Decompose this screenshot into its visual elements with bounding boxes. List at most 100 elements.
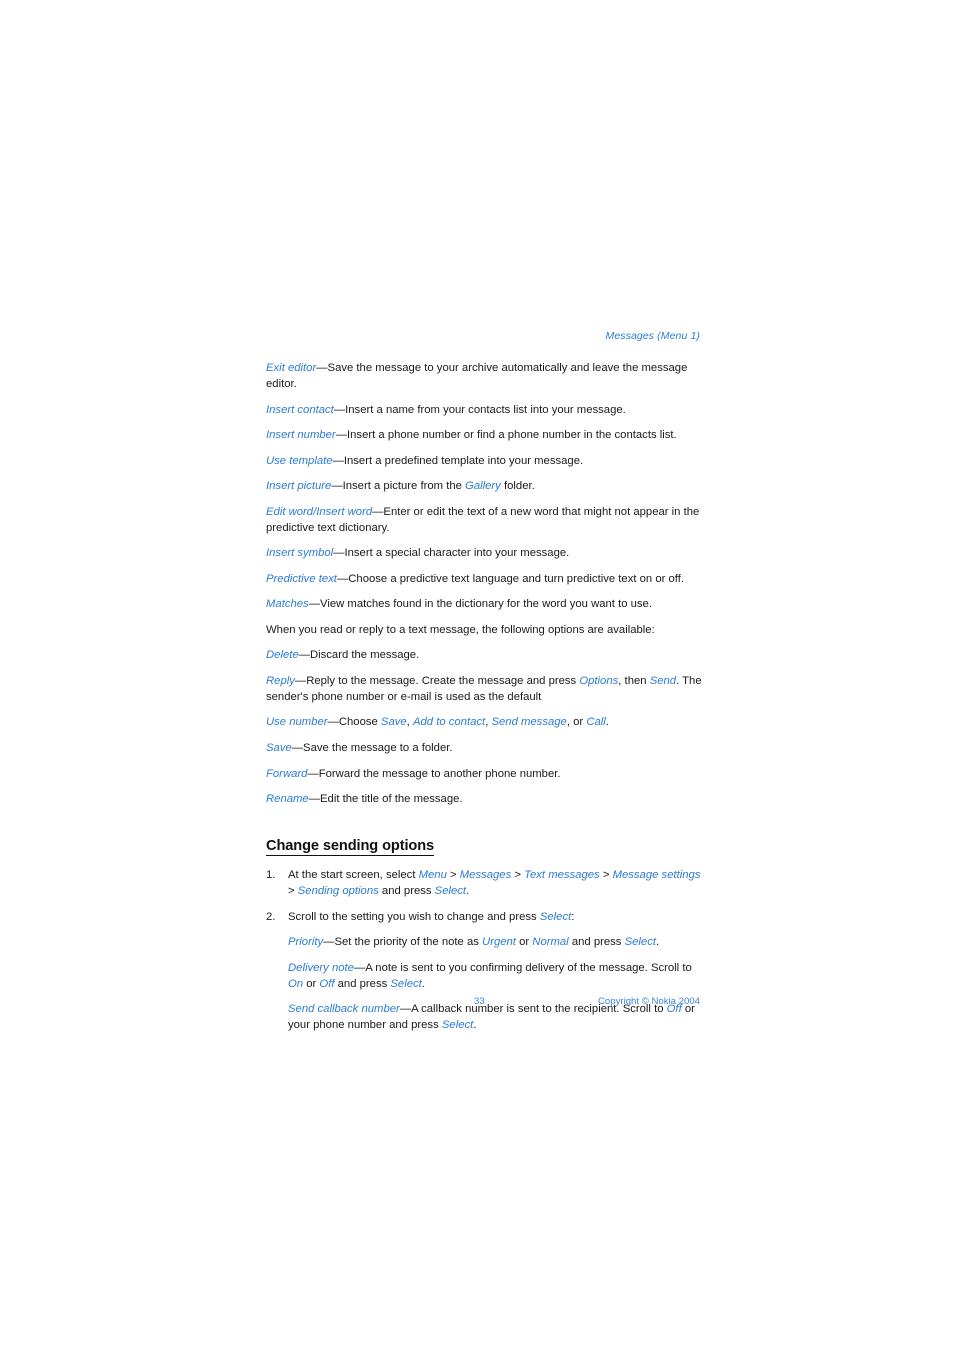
colon: : <box>571 910 575 923</box>
ui-reference-select: Select <box>539 910 572 923</box>
breadcrumb-separator: > <box>599 869 613 882</box>
setting-description-part2: or <box>303 977 320 990</box>
option-description: Edit the title of the message. <box>320 793 463 806</box>
option-description-after: folder. <box>500 480 535 493</box>
document-page: Messages (Menu 1) Exit editor—Save the m… <box>0 0 954 1351</box>
running-header: Messages (Menu 1) <box>605 330 700 342</box>
option-term: Use number <box>266 716 328 729</box>
option-term: Insert picture <box>266 480 332 493</box>
option-description-before: Insert a picture from the <box>342 480 466 493</box>
option-predictive-text: Predictive text—Choose a predictive text… <box>266 571 702 587</box>
option-edit-word: Edit word/Insert word—Enter or edit the … <box>266 504 702 536</box>
em-dash: — <box>331 480 343 493</box>
step-text-part2: and press <box>378 885 435 898</box>
ui-reference-select: Select <box>434 885 467 898</box>
option-term: Insert symbol <box>266 547 334 560</box>
option-use-template: Use template—Insert a predefined templat… <box>266 453 702 469</box>
ui-reference-message-settings: Message settings <box>612 869 701 882</box>
option-term: Exit editor <box>266 362 317 374</box>
step-number: 2. <box>266 910 276 923</box>
option-insert-symbol: Insert symbol—Insert a special character… <box>266 545 702 561</box>
option-term: Matches <box>266 598 309 611</box>
ui-reference-messages: Messages <box>459 869 512 882</box>
option-reply: Reply—Reply to the message. Create the m… <box>266 673 702 705</box>
setting-delivery-note: Delivery note—A note is sent to you conf… <box>288 960 702 992</box>
em-dash: — <box>333 547 345 560</box>
procedure-step-2: 2. Scroll to the setting you wish to chan… <box>266 909 702 1034</box>
em-dash: — <box>308 598 320 611</box>
option-description: Save the message to a folder. <box>303 742 453 754</box>
option-save: Save—Save the message to a folder. <box>266 740 702 756</box>
option-term: Rename <box>266 793 309 806</box>
document-body: Exit editor — Save the message to your arc… <box>266 360 702 1043</box>
setting-term: Delivery note <box>288 961 354 974</box>
step-number: 1. <box>266 869 276 882</box>
step-text-part1: At the start screen, select <box>288 869 419 882</box>
ui-reference-select: Select <box>624 936 656 949</box>
option-description-part2: , then <box>618 674 650 687</box>
em-dash: — <box>333 403 346 416</box>
option-description: Insert a name from your contacts list in… <box>345 403 626 416</box>
option-description: Discard the message. <box>309 649 420 662</box>
em-dash: — <box>291 742 304 754</box>
setting-priority: Priority—Set the priority of the note as… <box>288 934 702 950</box>
em-dash: — <box>323 936 335 949</box>
option-term: Use template <box>266 454 333 467</box>
section-heading-wrapper: Change sending options <box>266 817 702 868</box>
separator: , or <box>566 716 587 729</box>
ui-reference-send-message: Send message <box>491 716 567 729</box>
option-insert-number: Insert number—Insert a phone number or f… <box>266 427 702 443</box>
setting-description-part3: and press <box>568 936 625 949</box>
page-number: 33 <box>474 996 485 1007</box>
option-delete: Delete—Discard the message. <box>266 647 702 663</box>
option-exit-editor: Exit editor—Save the message to your arc… <box>266 360 702 392</box>
ui-reference-select: Select <box>390 977 422 990</box>
option-description-part1: Reply to the message. Create the message… <box>306 674 580 687</box>
option-insert-contact: Insert contact—Insert a name from your c… <box>266 402 702 418</box>
option-term: Save <box>266 742 292 754</box>
option-term-edit-word: Edit word <box>266 505 314 518</box>
option-use-number: Use number—Choose Save, Add to contact, … <box>266 714 702 730</box>
option-term-insert-word: Insert word <box>316 505 373 518</box>
em-dash: — <box>335 429 347 442</box>
period: . <box>421 977 425 990</box>
ui-reference-on: On <box>288 977 304 990</box>
option-term: Delete <box>266 649 299 662</box>
em-dash: — <box>307 767 319 780</box>
em-dash: — <box>336 572 349 585</box>
ui-reference-normal: Normal <box>532 936 569 949</box>
option-description: Save the message to your archive automat… <box>266 362 688 391</box>
procedure-step-1: 1. At the start screen, select Menu > Mes… <box>266 867 702 899</box>
option-description: Forward the message to another phone num… <box>318 767 561 780</box>
option-term: Insert contact <box>266 403 334 416</box>
setting-description-part2: or <box>515 936 533 949</box>
option-forward: Forward—Forward the message to another p… <box>266 766 702 782</box>
ui-reference-options: Options <box>579 674 619 687</box>
em-dash: — <box>332 454 344 467</box>
option-description: Insert a predefined template into your m… <box>343 454 584 467</box>
em-dash: — <box>308 793 320 806</box>
breadcrumb-separator: > <box>446 869 460 882</box>
page-title: Change sending options <box>266 838 434 857</box>
option-rename: Rename—Edit the title of the message. <box>266 791 702 807</box>
ui-reference-text-messages: Text messages <box>524 869 600 882</box>
ui-reference-save: Save <box>380 716 407 729</box>
ui-reference-urgent: Urgent <box>482 936 516 949</box>
setting-term: Send callback number <box>288 1003 400 1016</box>
ui-reference-sending-options: Sending options <box>297 885 379 898</box>
option-term: Forward <box>266 767 308 780</box>
ui-reference-call: Call <box>586 716 606 729</box>
step-text-part1: Scroll to the setting you wish to change… <box>288 910 540 923</box>
option-description: Insert a special character into your mes… <box>344 547 570 560</box>
breadcrumb-separator: > <box>288 885 298 898</box>
option-description: View matches found in the dictionary for… <box>320 598 652 611</box>
setting-term: Priority <box>288 936 324 949</box>
option-term: Insert number <box>266 429 336 442</box>
period: . <box>655 936 660 949</box>
em-dash: — <box>399 1003 412 1016</box>
option-description: Insert a phone number or find a phone nu… <box>347 429 677 442</box>
em-dash: — <box>372 505 384 518</box>
read-reply-intro: When you read or reply to a text message… <box>266 623 655 636</box>
option-term: Predictive text <box>266 572 337 585</box>
em-dash: — <box>327 716 339 729</box>
